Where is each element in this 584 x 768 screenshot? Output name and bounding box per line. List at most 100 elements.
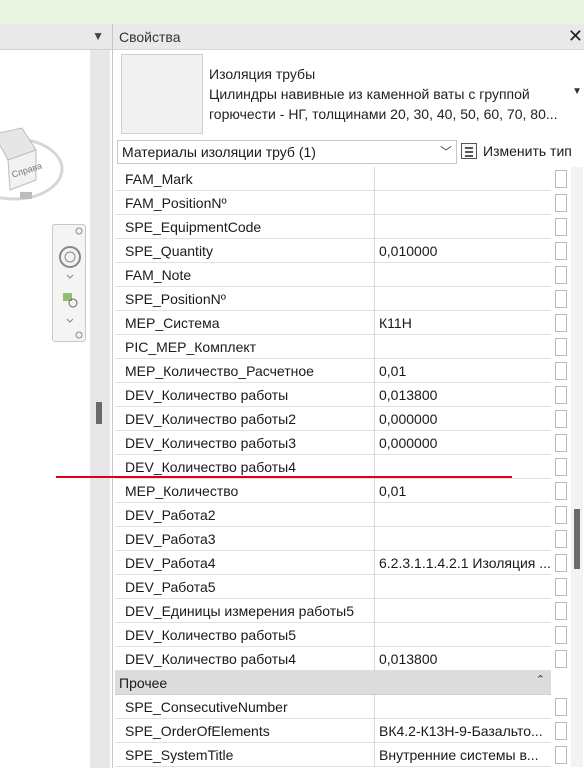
close-icon[interactable]: ✕ bbox=[568, 26, 583, 47]
parameter-value[interactable] bbox=[377, 503, 553, 527]
parameter-associate-button[interactable] bbox=[555, 650, 567, 668]
parameter-name: SPE_ConsecutiveNumber bbox=[115, 695, 375, 719]
parameter-row[interactable]: DEV_Единицы измерения работы5 bbox=[115, 599, 567, 623]
parameter-associate-button[interactable] bbox=[555, 578, 567, 596]
parameter-row[interactable]: SPE_EquipmentCode bbox=[115, 215, 567, 239]
parameter-name: SPE_Quantity bbox=[115, 239, 375, 263]
parameter-value[interactable]: 6.2.3.1.1.4.2.1 Изоляция ... bbox=[377, 551, 553, 575]
parameter-value[interactable] bbox=[377, 191, 553, 215]
parameter-row[interactable]: DEV_Количество работы4 0,013800 bbox=[115, 647, 567, 671]
parameter-row[interactable]: PIC_MEP_Комплект bbox=[115, 335, 567, 359]
parameter-grid: FAM_Mark FAM_PositionNº SPE_EquipmentCode S… bbox=[115, 167, 567, 767]
parameter-row[interactable]: MEP_Количество 0,01 bbox=[115, 479, 567, 503]
parameter-value[interactable]: 0,01 bbox=[377, 359, 553, 383]
parameter-name: DEV_Количество работы5 bbox=[115, 623, 375, 647]
dropdown-arrow-icon[interactable]: ▼ bbox=[92, 29, 104, 43]
parameter-associate-button[interactable] bbox=[555, 482, 567, 500]
annotation-underline bbox=[56, 476, 512, 478]
parameter-value[interactable] bbox=[377, 335, 553, 359]
type-description-line-2: горючести - НГ, толщинами 20, 30, 40, 50… bbox=[209, 106, 558, 122]
parameter-row[interactable]: DEV_Работа4 6.2.3.1.1.4.2.1 Изоляция ... bbox=[115, 551, 567, 575]
parameter-associate-button[interactable] bbox=[555, 530, 567, 548]
parameter-value[interactable]: Внутренние системы в... bbox=[377, 743, 553, 767]
parameter-value[interactable]: ВК4.2-К13Н-9-Базальто... bbox=[377, 719, 553, 743]
properties-title-bar: Свойства ✕ bbox=[113, 24, 584, 50]
parameter-row[interactable]: SPE_ConsecutiveNumber bbox=[115, 695, 567, 719]
parameter-name: DEV_Количество работы2 bbox=[115, 407, 375, 431]
collapse-icon[interactable]: ⌃ bbox=[536, 673, 545, 686]
parameter-row[interactable]: SPE_OrderOfElements ВК4.2-К13Н-9-Базальто… bbox=[115, 719, 567, 743]
parameter-value[interactable] bbox=[377, 527, 553, 551]
parameter-row[interactable]: SPE_Quantity 0,010000 bbox=[115, 239, 567, 263]
parameter-row[interactable]: DEV_Количество работы2 0,000000 bbox=[115, 407, 567, 431]
parameter-value[interactable] bbox=[377, 623, 553, 647]
type-family-name: Изоляция трубы bbox=[209, 66, 316, 82]
navigation-bar[interactable] bbox=[52, 224, 86, 342]
parameter-row[interactable]: DEV_Работа2 bbox=[115, 503, 567, 527]
parameter-associate-button[interactable] bbox=[555, 722, 567, 740]
parameter-row[interactable]: SPE_PositionNº bbox=[115, 287, 567, 311]
parameter-row[interactable]: MEP_Система К11Н bbox=[115, 311, 567, 335]
parameter-associate-button[interactable] bbox=[555, 170, 567, 188]
parameter-row[interactable]: MEP_Количество_Расчетное 0,01 bbox=[115, 359, 567, 383]
parameter-value[interactable]: 0,000000 bbox=[377, 431, 553, 455]
parameter-row[interactable]: SPE_SystemTitle Внутренние системы в... bbox=[115, 743, 567, 767]
parameter-name: DEV_Количество работы bbox=[115, 383, 375, 407]
category-filter-select[interactable]: Материалы изоляции труб (1) ﹀ bbox=[117, 140, 457, 164]
parameter-value[interactable] bbox=[377, 695, 553, 719]
parameter-row[interactable]: DEV_Работа3 bbox=[115, 527, 567, 551]
parameter-associate-button[interactable] bbox=[555, 602, 567, 620]
parameter-row[interactable]: DEV_Работа5 bbox=[115, 575, 567, 599]
parameter-associate-button[interactable] bbox=[555, 362, 567, 380]
parameter-row[interactable]: FAM_Note bbox=[115, 263, 567, 287]
parameter-row[interactable]: FAM_PositionNº bbox=[115, 191, 567, 215]
parameter-associate-button[interactable] bbox=[555, 746, 567, 764]
group-header-other[interactable]: Прочее ⌃ bbox=[115, 671, 551, 695]
type-dropdown-icon[interactable]: ▼ bbox=[572, 86, 582, 97]
parameter-associate-button[interactable] bbox=[555, 338, 567, 356]
parameter-name: FAM_Note bbox=[115, 263, 375, 287]
parameter-associate-button[interactable] bbox=[555, 266, 567, 284]
viewcube-icon[interactable]: Справа bbox=[0, 84, 70, 204]
parameter-value[interactable]: 0,010000 bbox=[377, 239, 553, 263]
parameter-associate-button[interactable] bbox=[555, 626, 567, 644]
chevron-down-icon[interactable]: ﹀ bbox=[440, 143, 452, 160]
parameter-row[interactable]: DEV_Количество работы 0,013800 bbox=[115, 383, 567, 407]
parameter-value[interactable] bbox=[377, 575, 553, 599]
view-scrollbar[interactable] bbox=[90, 50, 110, 768]
properties-scrollbar[interactable] bbox=[571, 167, 583, 767]
parameter-value[interactable] bbox=[377, 215, 553, 239]
parameter-value[interactable]: 0,01 bbox=[377, 479, 553, 503]
parameter-associate-button[interactable] bbox=[555, 242, 567, 260]
parameter-associate-button[interactable] bbox=[555, 194, 567, 212]
parameter-associate-button[interactable] bbox=[555, 386, 567, 404]
parameter-value[interactable] bbox=[377, 599, 553, 623]
parameter-value[interactable]: 0,000000 bbox=[377, 407, 553, 431]
parameter-associate-button[interactable] bbox=[555, 314, 567, 332]
view-scrollbar-thumb[interactable] bbox=[96, 402, 102, 424]
parameter-value[interactable] bbox=[377, 287, 553, 311]
view-header: ▼ bbox=[0, 24, 112, 50]
parameter-associate-button[interactable] bbox=[555, 290, 567, 308]
type-selector[interactable]: Изоляция трубы Цилиндры навивные из каме… bbox=[209, 64, 558, 124]
parameter-associate-button[interactable] bbox=[555, 554, 567, 572]
parameter-associate-button[interactable] bbox=[555, 410, 567, 428]
parameter-associate-button[interactable] bbox=[555, 458, 567, 476]
parameter-value[interactable]: 0,013800 bbox=[377, 383, 553, 407]
parameter-name: PIC_MEP_Комплект bbox=[115, 335, 375, 359]
parameter-value[interactable]: 0,013800 bbox=[377, 647, 553, 671]
group-header-label: Прочее bbox=[119, 675, 168, 691]
parameter-associate-button[interactable] bbox=[555, 434, 567, 452]
parameter-name: MEP_Система bbox=[115, 311, 375, 335]
parameter-associate-button[interactable] bbox=[555, 698, 567, 716]
parameter-value[interactable] bbox=[377, 263, 553, 287]
properties-scrollbar-thumb[interactable] bbox=[574, 509, 580, 569]
parameter-row[interactable]: DEV_Количество работы3 0,000000 bbox=[115, 431, 567, 455]
parameter-value[interactable] bbox=[377, 167, 553, 191]
parameter-value[interactable]: К11Н bbox=[377, 311, 553, 335]
parameter-row[interactable]: FAM_Mark bbox=[115, 167, 567, 191]
parameter-associate-button[interactable] bbox=[555, 506, 567, 524]
parameter-associate-button[interactable] bbox=[555, 218, 567, 236]
parameter-row[interactable]: DEV_Количество работы5 bbox=[115, 623, 567, 647]
parameter-name: DEV_Количество работы3 bbox=[115, 431, 375, 455]
